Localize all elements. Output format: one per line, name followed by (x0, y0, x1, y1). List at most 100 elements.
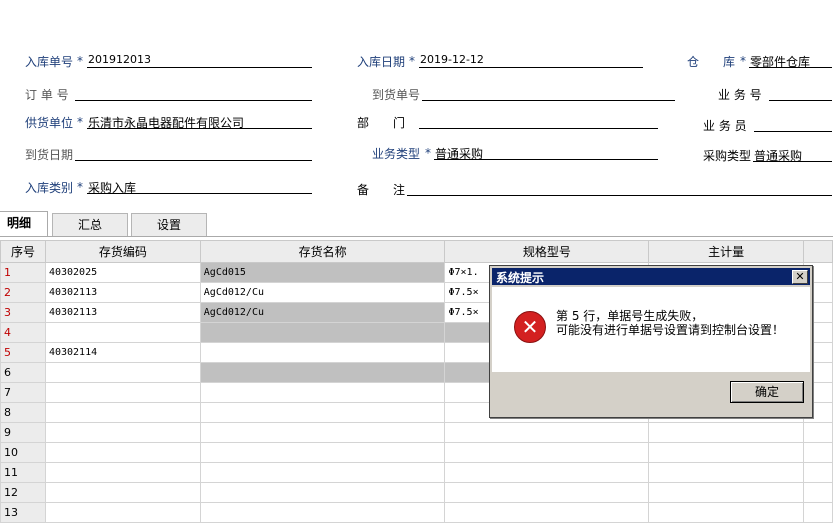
row-name[interactable] (199, 382, 446, 403)
grid-header-row: 序号 存货编码 存货名称 规格型号 主计量 (0, 240, 833, 263)
warehouse-label: 仓 库 (687, 55, 736, 69)
table-row[interactable]: 11 (0, 462, 833, 483)
table-row[interactable]: 12 (0, 482, 833, 503)
receipt-date-label: 入库日期 (357, 55, 406, 69)
row-name[interactable] (199, 462, 446, 483)
close-icon[interactable]: ✕ (792, 270, 808, 284)
business-type-field: 业务类型 * 普通采购 (372, 145, 662, 161)
row-name[interactable] (199, 402, 446, 423)
row-seq: 11 (0, 462, 46, 483)
row-seq: 7 (0, 382, 46, 403)
row-spec[interactable] (444, 442, 650, 463)
ok-button[interactable]: 确定 (730, 381, 804, 403)
tab-summary[interactable]: 汇总 (52, 213, 128, 236)
row-seq: 9 (0, 422, 46, 443)
tab-detail[interactable]: 明细 (0, 211, 48, 237)
row-code[interactable]: 40302113 (44, 282, 201, 303)
arrival-no-field: 到货单号 (372, 86, 677, 102)
row-spec[interactable] (444, 482, 650, 503)
row-code[interactable]: 40302114 (44, 342, 201, 363)
arrival-date-field: 到货日期 (25, 146, 315, 162)
row-unit[interactable] (648, 422, 804, 443)
row-seq: 4 (0, 322, 46, 343)
row-spec[interactable] (444, 462, 650, 483)
dialog-title-bar[interactable]: 系统提示 ✕ (492, 268, 810, 285)
row-seq: 3 (0, 302, 46, 323)
receipt-date-input[interactable]: 2019-12-12 (419, 53, 643, 68)
business-type-label: 业务类型 (372, 147, 421, 161)
arrival-date-label: 到货日期 (25, 148, 74, 162)
business-type-input[interactable]: 普通采购 (434, 145, 658, 160)
salesperson-field: 业 务 员 (703, 117, 833, 133)
row-code[interactable] (44, 482, 201, 503)
row-code[interactable] (44, 322, 201, 343)
salesperson-input[interactable] (754, 117, 832, 132)
receipt-no-input[interactable]: 201912013 (87, 53, 312, 68)
required-mark: * (409, 54, 415, 68)
business-no-input[interactable] (769, 86, 832, 101)
business-no-field: 业 务 号 (718, 86, 833, 102)
required-mark: * (740, 54, 746, 68)
row-name[interactable]: AgCd012/Cu (199, 282, 446, 303)
col-header-seq[interactable]: 序号 (0, 240, 46, 263)
row-code[interactable] (44, 422, 201, 443)
row-unit[interactable] (648, 462, 804, 483)
row-unit[interactable] (648, 442, 804, 463)
row-name[interactable] (199, 342, 446, 363)
required-mark: * (425, 146, 431, 160)
col-header-spec[interactable]: 规格型号 (444, 240, 650, 263)
row-code[interactable]: 40302025 (44, 262, 201, 283)
row-spec[interactable] (444, 422, 650, 443)
tab-settings[interactable]: 设置 (131, 213, 207, 236)
col-header-code[interactable]: 存货编码 (44, 240, 201, 263)
row-code[interactable] (44, 382, 201, 403)
order-no-field: 订 单 号 (25, 86, 315, 102)
system-prompt-dialog: 系统提示 ✕ ✕ 第 5 行，单据号生成失败， 可能没有进行单据号设置请到控制台… (489, 265, 813, 418)
purchase-type-input[interactable]: 普通采购 (753, 147, 832, 162)
row-code[interactable] (44, 362, 201, 383)
row-name[interactable] (199, 362, 446, 383)
arrival-no-input[interactable] (422, 86, 675, 101)
row-code[interactable] (44, 402, 201, 423)
table-row[interactable]: 10 (0, 442, 833, 463)
row-code[interactable]: 40302113 (44, 302, 201, 323)
row-code[interactable] (44, 442, 201, 463)
row-blank (802, 422, 833, 443)
order-no-label: 订 单 号 (25, 88, 69, 102)
row-blank (802, 442, 833, 463)
col-header-blank (802, 240, 833, 263)
required-mark: * (77, 54, 83, 68)
row-seq: 2 (0, 282, 46, 303)
col-header-name[interactable]: 存货名称 (199, 240, 446, 263)
row-blank (802, 482, 833, 503)
row-seq: 6 (0, 362, 46, 383)
row-name[interactable] (199, 422, 446, 443)
supplier-field: 供货单位 * 乐清市永晶电器配件有限公司 (25, 114, 315, 130)
remark-input[interactable] (407, 181, 832, 196)
department-label: 部 门 (357, 116, 406, 130)
error-icon: ✕ (514, 311, 546, 343)
receipt-no-label: 入库单号 (25, 55, 74, 69)
supplier-input[interactable]: 乐清市永晶电器配件有限公司 (87, 114, 312, 129)
table-row[interactable]: 9 (0, 422, 833, 443)
row-name[interactable]: AgCd012/Cu (199, 302, 446, 323)
row-name[interactable]: AgCd015 (199, 262, 446, 283)
dialog-message-line1: 第 5 行，单据号生成失败， (556, 309, 704, 323)
warehouse-input[interactable]: 零部件仓库 (749, 53, 832, 68)
row-code[interactable] (44, 462, 201, 483)
row-unit[interactable] (648, 482, 804, 503)
supplier-label: 供货单位 (25, 116, 74, 130)
receipt-type-input[interactable]: 采购入库 (87, 179, 312, 194)
department-input[interactable] (419, 114, 658, 129)
row-seq: 1 (0, 262, 46, 283)
order-no-input[interactable] (75, 86, 312, 101)
row-name[interactable] (199, 442, 446, 463)
col-header-unit[interactable]: 主计量 (648, 240, 804, 263)
row-seq: 12 (0, 482, 46, 503)
arrival-date-input[interactable] (75, 146, 312, 161)
row-seq: 8 (0, 402, 46, 423)
row-name[interactable] (199, 322, 446, 343)
row-name[interactable] (199, 482, 446, 503)
row-seq: 10 (0, 442, 46, 463)
required-mark: * (77, 180, 83, 194)
